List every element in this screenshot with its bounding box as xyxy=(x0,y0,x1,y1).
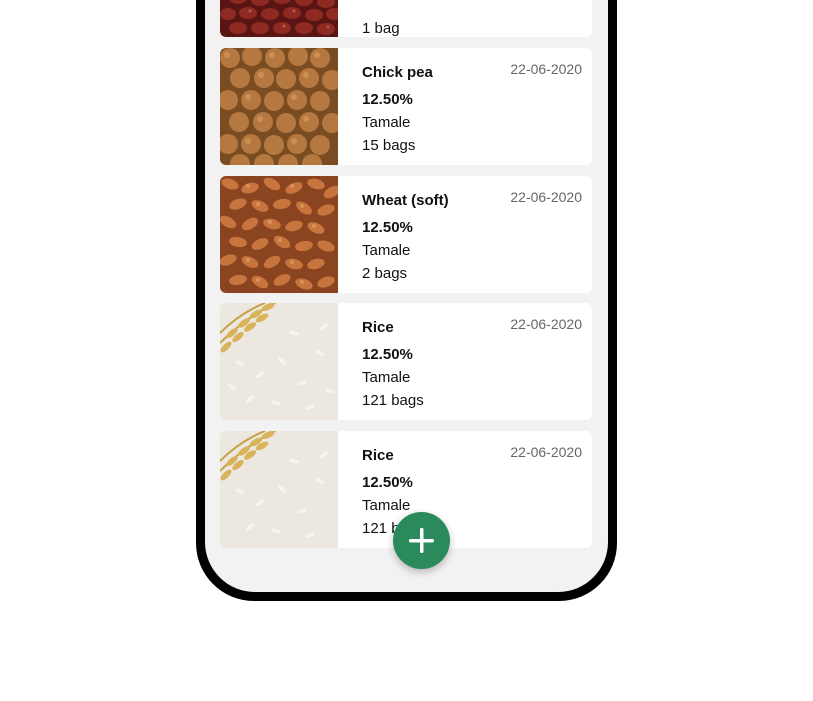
item-quantity: 2 bags xyxy=(362,265,408,282)
item-percentage: 12.50% xyxy=(362,219,413,236)
item-date: 22-06-2020 xyxy=(510,444,582,460)
list-item[interactable]: Wheat (soft) 22-06-2020 12.50% Tamale 2 … xyxy=(220,176,592,293)
chickpeas-image xyxy=(220,48,338,165)
add-item-button[interactable] xyxy=(393,512,450,569)
item-percentage: 12.50% xyxy=(362,91,413,108)
item-date: 22-06-2020 xyxy=(510,316,582,332)
item-title: Rice xyxy=(362,447,394,464)
item-quantity: 1 bag xyxy=(362,20,400,37)
item-title: Rice xyxy=(362,319,394,336)
phone-frame: 1 bag Chick pea 22-06-2020 12.50% Tamale… xyxy=(196,0,617,601)
list-item[interactable]: Rice 22-06-2020 12.50% Tamale 121 bags xyxy=(220,303,592,420)
rice-image xyxy=(220,431,338,548)
list-item[interactable]: 1 bag xyxy=(220,0,592,37)
item-location: Tamale xyxy=(362,242,411,259)
produce-list: 1 bag Chick pea 22-06-2020 12.50% Tamale… xyxy=(205,0,608,592)
wheat-image xyxy=(220,176,338,293)
item-title: Chick pea xyxy=(362,64,433,81)
list-item[interactable]: Chick pea 22-06-2020 12.50% Tamale 15 ba… xyxy=(220,48,592,165)
rice-image xyxy=(220,303,338,420)
item-title: Wheat (soft) xyxy=(362,192,449,209)
item-date: 22-06-2020 xyxy=(510,61,582,77)
plus-icon xyxy=(409,528,434,553)
app-screen: 1 bag Chick pea 22-06-2020 12.50% Tamale… xyxy=(205,0,608,592)
item-location: Tamale xyxy=(362,114,411,131)
item-quantity: 15 bags xyxy=(362,137,416,154)
item-quantity: 121 bags xyxy=(362,392,424,409)
item-location: Tamale xyxy=(362,369,411,386)
item-date: 22-06-2020 xyxy=(510,189,582,205)
item-percentage: 12.50% xyxy=(362,346,413,363)
item-percentage: 12.50% xyxy=(362,474,413,491)
red-beans-image xyxy=(220,0,338,37)
